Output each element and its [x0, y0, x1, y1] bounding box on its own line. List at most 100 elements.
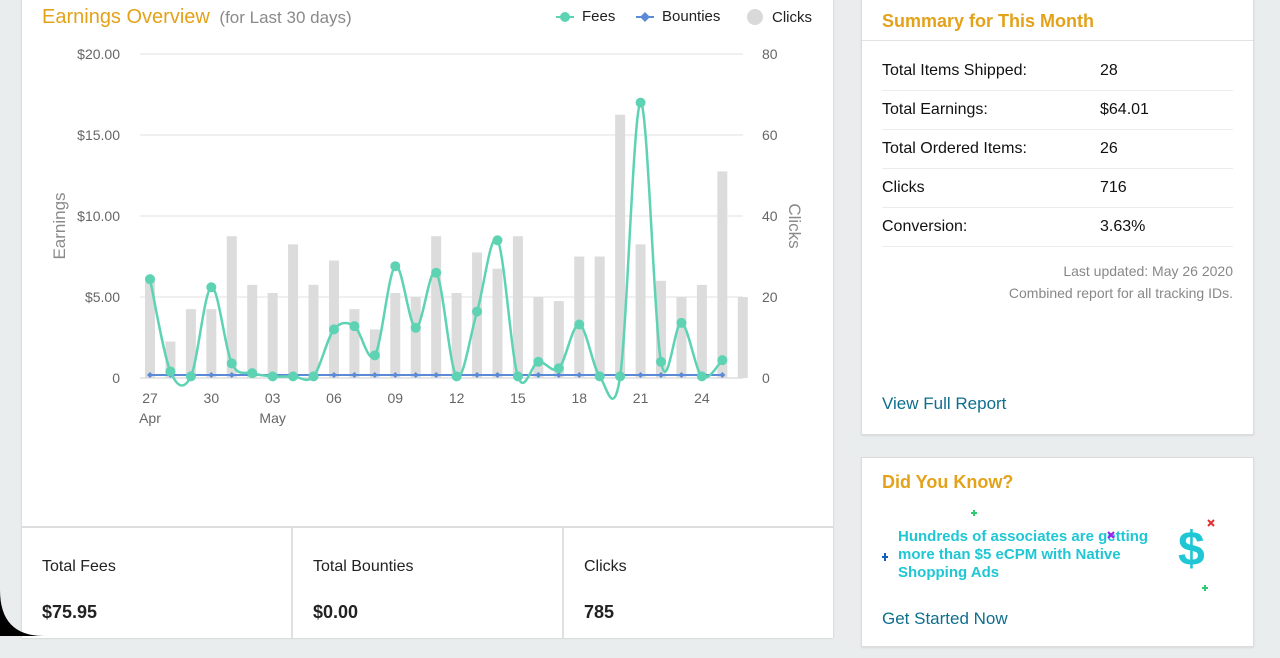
- fees-point: [492, 235, 503, 246]
- clicks-bar: [717, 171, 728, 378]
- y-tick-label: $10.00: [77, 208, 120, 224]
- last-updated: Last updated: May 26 2020: [1063, 263, 1233, 279]
- fees-point: [308, 371, 319, 382]
- month-summary-card: Summary for This Month Total Items Shipp…: [861, 0, 1254, 435]
- y2-tick-label: 80: [762, 46, 778, 62]
- total-fees-value: $75.95: [42, 602, 98, 622]
- y2-tick-label: 0: [762, 370, 770, 386]
- stat-value: 28: [1100, 62, 1118, 79]
- x-tick-label: 21: [633, 390, 649, 406]
- total-clicks-value: 785: [584, 602, 615, 622]
- total-bounties-cell: Total Bounties $0.00: [293, 528, 564, 638]
- x-tick-label: 24: [694, 390, 710, 406]
- stat-label: Total Ordered Items:: [882, 140, 1027, 157]
- did-you-know-title: Did You Know?: [882, 472, 1014, 492]
- dollar-icon: $: [1178, 523, 1205, 576]
- y-tick-label: $5.00: [85, 289, 120, 305]
- x-tick-sublabel: May: [259, 410, 285, 426]
- view-full-report-link[interactable]: View Full Report: [882, 394, 1006, 414]
- stat-value: 716: [1100, 179, 1127, 196]
- x-tick-label: 09: [387, 390, 403, 406]
- clicks-bar: [696, 284, 707, 378]
- fees-point: [594, 371, 605, 382]
- stat-value: $64.01: [1100, 101, 1149, 118]
- x-tick-label: 15: [510, 390, 526, 406]
- stat-row-items-shipped: Total Items Shipped: 28: [882, 52, 1233, 91]
- get-started-now-link[interactable]: Get Started Now: [882, 609, 1008, 629]
- y-axis-title: Earnings: [50, 192, 69, 259]
- legend-bounties[interactable]: Bounties: [636, 8, 720, 25]
- fees-point: [288, 371, 299, 382]
- legend-bounties-label: Bounties: [662, 8, 721, 25]
- y2-tick-label: 60: [762, 127, 778, 143]
- legend-fees-label: Fees: [582, 8, 616, 25]
- total-fees-label: Total Fees: [42, 558, 116, 575]
- x-tick-label: 18: [571, 390, 587, 406]
- fees-point: [574, 319, 585, 330]
- total-fees-cell: Total Fees $75.95: [22, 528, 293, 638]
- stat-value: 3.63%: [1100, 218, 1146, 235]
- clicks-bar: [308, 284, 319, 378]
- fees-point: [656, 356, 667, 367]
- legend-clicks-label: Clicks: [772, 8, 812, 26]
- did-you-know-card: Did You Know? Hundreds of associates are…: [861, 457, 1254, 647]
- fees-point: [349, 321, 360, 332]
- fees-point: [328, 324, 339, 335]
- x-tick-label: 12: [449, 390, 465, 406]
- fees-point: [553, 363, 564, 374]
- stat-row-total-earnings: Total Earnings: $64.01: [882, 91, 1233, 130]
- total-clicks-label: Clicks: [584, 558, 627, 575]
- fees-point: [410, 322, 421, 333]
- stat-row-ordered-items: Total Ordered Items: 26: [882, 130, 1233, 169]
- y2-tick-label: 40: [762, 208, 778, 224]
- fees-point: [472, 306, 483, 317]
- earnings-chart: 0 $5.00 $10.00 $15.00 $20.00 0 20 40 60 80 Earning…: [50, 46, 804, 426]
- fees-point: [185, 371, 196, 382]
- legend-fees[interactable]: Fees: [556, 8, 615, 25]
- clicks-bar: [431, 236, 442, 378]
- fees-point: [533, 356, 544, 367]
- clicks-bar: [247, 284, 258, 378]
- clicks-bar: [206, 309, 217, 378]
- stat-label: Total Items Shipped:: [882, 62, 1027, 79]
- x-tick-label: 06: [326, 390, 342, 406]
- legend-clicks[interactable]: Clicks: [746, 8, 812, 26]
- earnings-overview-panel: Earnings Overview (for Last 30 days) Fee…: [22, 0, 833, 638]
- fees-point: [247, 368, 258, 379]
- x-tick-label: 27: [142, 390, 158, 406]
- clicks-bar: [676, 297, 687, 378]
- report-note: Combined report for all tracking IDs.: [1008, 285, 1233, 301]
- clicks-bar: [267, 292, 278, 378]
- fees-point: [390, 261, 401, 272]
- stat-label: Conversion:: [882, 218, 968, 235]
- fees-point: [512, 371, 523, 382]
- total-clicks-cell: Clicks 785: [564, 528, 833, 638]
- fees-point: [717, 355, 728, 366]
- clicks-bar: [635, 244, 646, 378]
- clicks-bar: [574, 256, 585, 378]
- bounties-legend-icon: [636, 11, 654, 22]
- clicks-bar: [390, 292, 401, 378]
- stat-label: Total Earnings:: [882, 101, 988, 118]
- fees-point: [165, 366, 176, 377]
- y-tick-label: $20.00: [77, 46, 120, 62]
- fees-point: [451, 371, 462, 382]
- clicks-bar: [737, 297, 748, 378]
- y2-axis-title: Clicks: [785, 203, 804, 248]
- month-summary-header: Summary for This Month: [862, 0, 1253, 41]
- y-tick-label: 0: [112, 370, 120, 386]
- x-tick-label: 30: [204, 390, 220, 406]
- promo-text[interactable]: Hundreds of associates are getting more …: [898, 528, 1166, 582]
- fees-point: [676, 317, 687, 328]
- fees-point: [206, 282, 217, 293]
- clicks-bar: [328, 260, 339, 378]
- clicks-bar: [349, 309, 360, 378]
- total-bounties-label: Total Bounties: [313, 558, 414, 575]
- fees-point: [369, 350, 380, 361]
- fees-point: [615, 371, 626, 382]
- fees-legend-icon: [556, 11, 574, 22]
- stat-row-clicks: Clicks 716: [882, 169, 1233, 208]
- stat-label: Clicks: [882, 179, 925, 196]
- clicks-bar: [594, 256, 605, 378]
- fees-point: [145, 274, 155, 285]
